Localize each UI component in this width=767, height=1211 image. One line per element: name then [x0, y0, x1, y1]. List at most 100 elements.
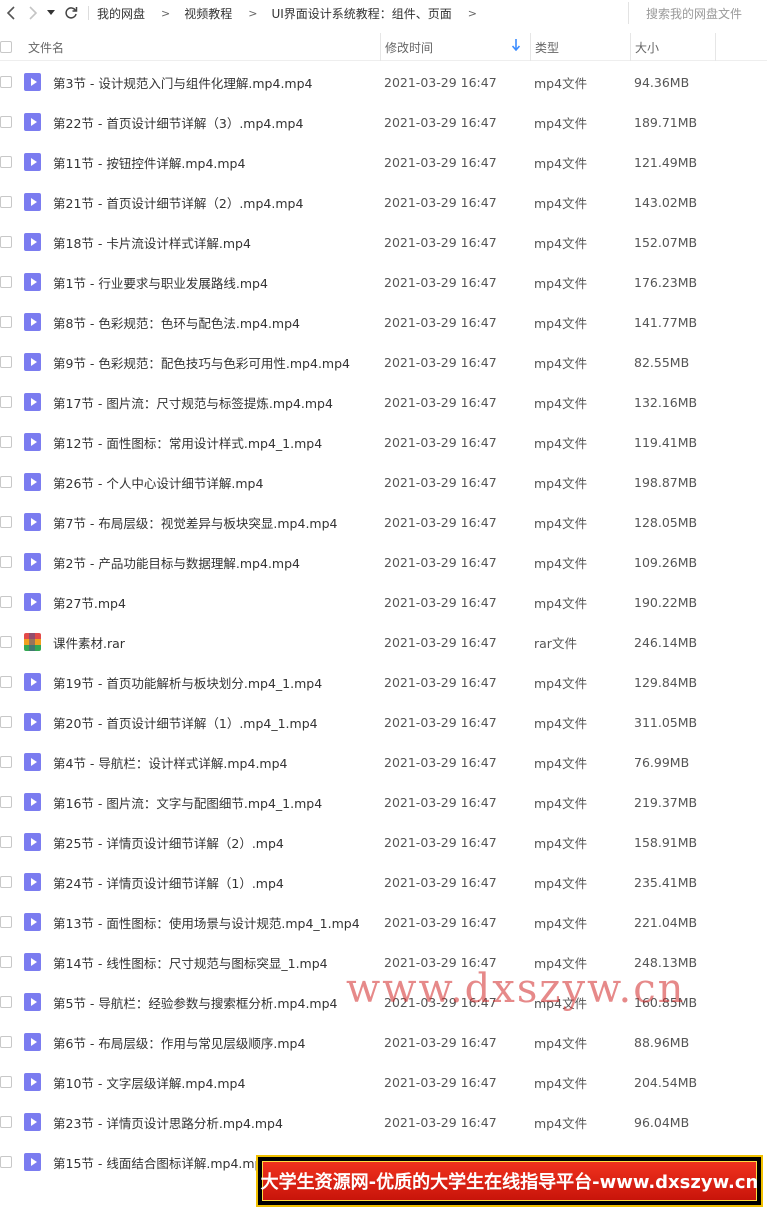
file-name[interactable]: 第12节 - 面性图标：常用设计样式.mp4_1.mp4 — [53, 422, 322, 462]
file-row[interactable]: 课件素材.rar 2021-03-29 16:47 rar文件 246.14MB — [0, 622, 767, 662]
file-name[interactable]: 第19节 - 首页功能解析与板块划分.mp4_1.mp4 — [53, 662, 322, 702]
file-name[interactable]: 第20节 - 首页设计细节详解（1）.mp4_1.mp4 — [53, 702, 318, 742]
file-name[interactable]: 第5节 - 导航栏：经验参数与搜索框分析.mp4.mp4 — [53, 982, 338, 1022]
row-checkbox[interactable] — [0, 716, 12, 728]
file-name[interactable]: 第7节 - 布局层级：视觉差异与板块突显.mp4.mp4 — [53, 502, 338, 542]
row-checkbox[interactable] — [0, 316, 12, 328]
row-checkbox[interactable] — [0, 76, 12, 88]
row-checkbox[interactable] — [0, 236, 12, 248]
file-row[interactable]: 第20节 - 首页设计细节详解（1）.mp4_1.mp4 2021-03-29 1… — [0, 702, 767, 742]
row-checkbox[interactable] — [0, 596, 12, 608]
row-checkbox[interactable] — [0, 956, 12, 968]
file-row[interactable]: 第5节 - 导航栏：经验参数与搜索框分析.mp4.mp4 2021-03-29 1… — [0, 982, 767, 1022]
file-name[interactable]: 第21节 - 首页设计细节详解（2）.mp4.mp4 — [53, 182, 303, 222]
file-name[interactable]: 第26节 - 个人中心设计细节详解.mp4 — [53, 462, 263, 502]
file-row[interactable]: 第21节 - 首页设计细节详解（2）.mp4.mp4 2021-03-29 16:… — [0, 182, 767, 222]
row-checkbox[interactable] — [0, 516, 12, 528]
row-checkbox[interactable] — [0, 1156, 12, 1168]
file-name[interactable]: 第27节.mp4 — [53, 582, 126, 622]
file-row[interactable]: 第1节 - 行业要求与职业发展路线.mp4 2021-03-29 16:47 mp4… — [0, 262, 767, 302]
file-name[interactable]: 第24节 - 详情页设计细节详解（1）.mp4 — [53, 862, 284, 902]
refresh-icon[interactable] — [60, 2, 82, 24]
file-modified-time: 2021-03-29 16:47 — [384, 914, 497, 930]
file-name[interactable]: 第17节 - 图片流：尺寸规范与标签提炼.mp4.mp4 — [53, 382, 333, 422]
file-row[interactable]: 第7节 - 布局层级：视觉差异与板块突显.mp4.mp4 2021-03-29 1… — [0, 502, 767, 542]
file-name[interactable]: 第13节 - 面性图标：使用场景与设计规范.mp4_1.mp4 — [53, 902, 360, 942]
breadcrumb-item[interactable]: 我的网盘 — [97, 5, 145, 22]
file-row[interactable]: 第4节 - 导航栏：设计样式详解.mp4.mp4 2021-03-29 16:47… — [0, 742, 767, 782]
row-checkbox[interactable] — [0, 356, 12, 368]
column-header-size[interactable]: 大小 — [630, 33, 716, 61]
file-name[interactable]: 第1节 - 行业要求与职业发展路线.mp4 — [53, 262, 268, 302]
file-row[interactable]: 第6节 - 布局层级：作用与常见层级顺序.mp4 2021-03-29 16:47… — [0, 1022, 767, 1062]
file-row[interactable]: 第14节 - 线性图标：尺寸规范与图标突显_1.mp4 2021-03-29 16… — [0, 942, 767, 982]
file-row[interactable]: 第10节 - 文字层级详解.mp4.mp4 2021-03-29 16:47 mp4… — [0, 1062, 767, 1102]
file-row[interactable]: 第11节 - 按钮控件详解.mp4.mp4 2021-03-29 16:47 mp4… — [0, 142, 767, 182]
search-input[interactable]: 搜索我的网盘文件 — [628, 2, 767, 24]
row-checkbox[interactable] — [0, 556, 12, 568]
file-row[interactable]: 第18节 - 卡片流设计样式详解.mp4 2021-03-29 16:47 mp4文… — [0, 222, 767, 262]
row-checkbox[interactable] — [0, 436, 12, 448]
file-row[interactable]: 第12节 - 面性图标：常用设计样式.mp4_1.mp4 2021-03-29 1… — [0, 422, 767, 462]
breadcrumb-item[interactable]: 视频教程 — [184, 5, 232, 22]
breadcrumb-separator-icon[interactable]: > — [468, 7, 477, 20]
file-name[interactable]: 第4节 - 导航栏：设计样式详解.mp4.mp4 — [53, 742, 288, 782]
file-name[interactable]: 第10节 - 文字层级详解.mp4.mp4 — [53, 1062, 245, 1102]
row-checkbox[interactable] — [0, 156, 12, 168]
file-name[interactable]: 第3节 - 设计规范入门与组件化理解.mp4.mp4 — [53, 62, 313, 102]
column-header-name[interactable]: 文件名 — [24, 33, 376, 61]
row-checkbox[interactable] — [0, 1076, 12, 1088]
file-name[interactable]: 第2节 - 产品功能目标与数据理解.mp4.mp4 — [53, 542, 300, 582]
file-name[interactable]: 第22节 - 首页设计细节详解（3）.mp4.mp4 — [53, 102, 303, 142]
file-row[interactable]: 第8节 - 色彩规范：色环与配色法.mp4.mp4 2021-03-29 16:4… — [0, 302, 767, 342]
breadcrumb-item[interactable]: UI界面设计系统教程：组件、页面 — [271, 5, 451, 22]
file-name[interactable]: 第9节 - 色彩规范：配色技巧与色彩可用性.mp4.mp4 — [53, 342, 350, 382]
file-row[interactable]: 第24节 - 详情页设计细节详解（1）.mp4 2021-03-29 16:47 m… — [0, 862, 767, 902]
file-row[interactable]: 第13节 - 面性图标：使用场景与设计规范.mp4_1.mp4 2021-03-2… — [0, 902, 767, 942]
file-row[interactable]: 第25节 - 详情页设计细节详解（2）.mp4 2021-03-29 16:47 m… — [0, 822, 767, 862]
row-checkbox[interactable] — [0, 876, 12, 888]
row-checkbox[interactable] — [0, 1116, 12, 1128]
file-row[interactable]: 第22节 - 首页设计细节详解（3）.mp4.mp4 2021-03-29 16:… — [0, 102, 767, 142]
select-all-checkbox[interactable] — [0, 41, 12, 53]
chevron-left-icon[interactable] — [0, 2, 22, 24]
row-checkbox[interactable] — [0, 476, 12, 488]
row-checkbox[interactable] — [0, 676, 12, 688]
row-checkbox[interactable] — [0, 196, 12, 208]
file-row[interactable]: 第23节 - 详情页设计思路分析.mp4.mp4 2021-03-29 16:47… — [0, 1102, 767, 1142]
row-checkbox[interactable] — [0, 1036, 12, 1048]
row-checkbox[interactable] — [0, 836, 12, 848]
chevron-right-icon[interactable] — [22, 2, 44, 24]
file-row[interactable]: 第27节.mp4 2021-03-29 16:47 mp4文件 190.22MB — [0, 582, 767, 622]
file-name[interactable]: 课件素材.rar — [53, 622, 125, 662]
caret-down-icon[interactable] — [44, 2, 58, 24]
file-name[interactable]: 第8节 - 色彩规范：色环与配色法.mp4.mp4 — [53, 302, 300, 342]
file-row[interactable]: 第19节 - 首页功能解析与板块划分.mp4_1.mp4 2021-03-29 1… — [0, 662, 767, 702]
row-checkbox[interactable] — [0, 396, 12, 408]
column-header-time[interactable]: 修改时间 — [380, 33, 526, 61]
file-row[interactable]: 第3节 - 设计规范入门与组件化理解.mp4.mp4 2021-03-29 16:… — [0, 62, 767, 102]
column-header-type[interactable]: 类型 — [530, 33, 626, 61]
file-row[interactable]: 第2节 - 产品功能目标与数据理解.mp4.mp4 2021-03-29 16:4… — [0, 542, 767, 582]
row-checkbox[interactable] — [0, 796, 12, 808]
row-checkbox[interactable] — [0, 636, 12, 648]
file-type: mp4文件 — [534, 915, 588, 931]
file-name[interactable]: 第15节 - 线面结合图标详解.mp4.mp4 — [53, 1142, 270, 1182]
file-name[interactable]: 第14节 - 线性图标：尺寸规范与图标突显_1.mp4 — [53, 942, 328, 982]
row-checkbox[interactable] — [0, 756, 12, 768]
file-row[interactable]: 第17节 - 图片流：尺寸规范与标签提炼.mp4.mp4 2021-03-29 1… — [0, 382, 767, 422]
file-name[interactable]: 第6节 - 布局层级：作用与常见层级顺序.mp4 — [53, 1022, 305, 1062]
file-name[interactable]: 第25节 - 详情页设计细节详解（2）.mp4 — [53, 822, 284, 862]
file-row[interactable]: 第9节 - 色彩规范：配色技巧与色彩可用性.mp4.mp4 2021-03-29 … — [0, 342, 767, 382]
row-checkbox[interactable] — [0, 116, 12, 128]
file-row[interactable]: 第16节 - 图片流：文字与配图细节.mp4_1.mp4 2021-03-29 1… — [0, 782, 767, 822]
file-name[interactable]: 第18节 - 卡片流设计样式详解.mp4 — [53, 222, 251, 262]
file-name[interactable]: 第23节 - 详情页设计思路分析.mp4.mp4 — [53, 1102, 283, 1142]
file-name[interactable]: 第16节 - 图片流：文字与配图细节.mp4_1.mp4 — [53, 782, 322, 822]
video-file-icon — [24, 913, 41, 931]
row-checkbox[interactable] — [0, 276, 12, 288]
row-checkbox[interactable] — [0, 916, 12, 928]
file-name[interactable]: 第11节 - 按钮控件详解.mp4.mp4 — [53, 142, 245, 182]
row-checkbox[interactable] — [0, 996, 12, 1008]
file-row[interactable]: 第26节 - 个人中心设计细节详解.mp4 2021-03-29 16:47 mp4… — [0, 462, 767, 502]
